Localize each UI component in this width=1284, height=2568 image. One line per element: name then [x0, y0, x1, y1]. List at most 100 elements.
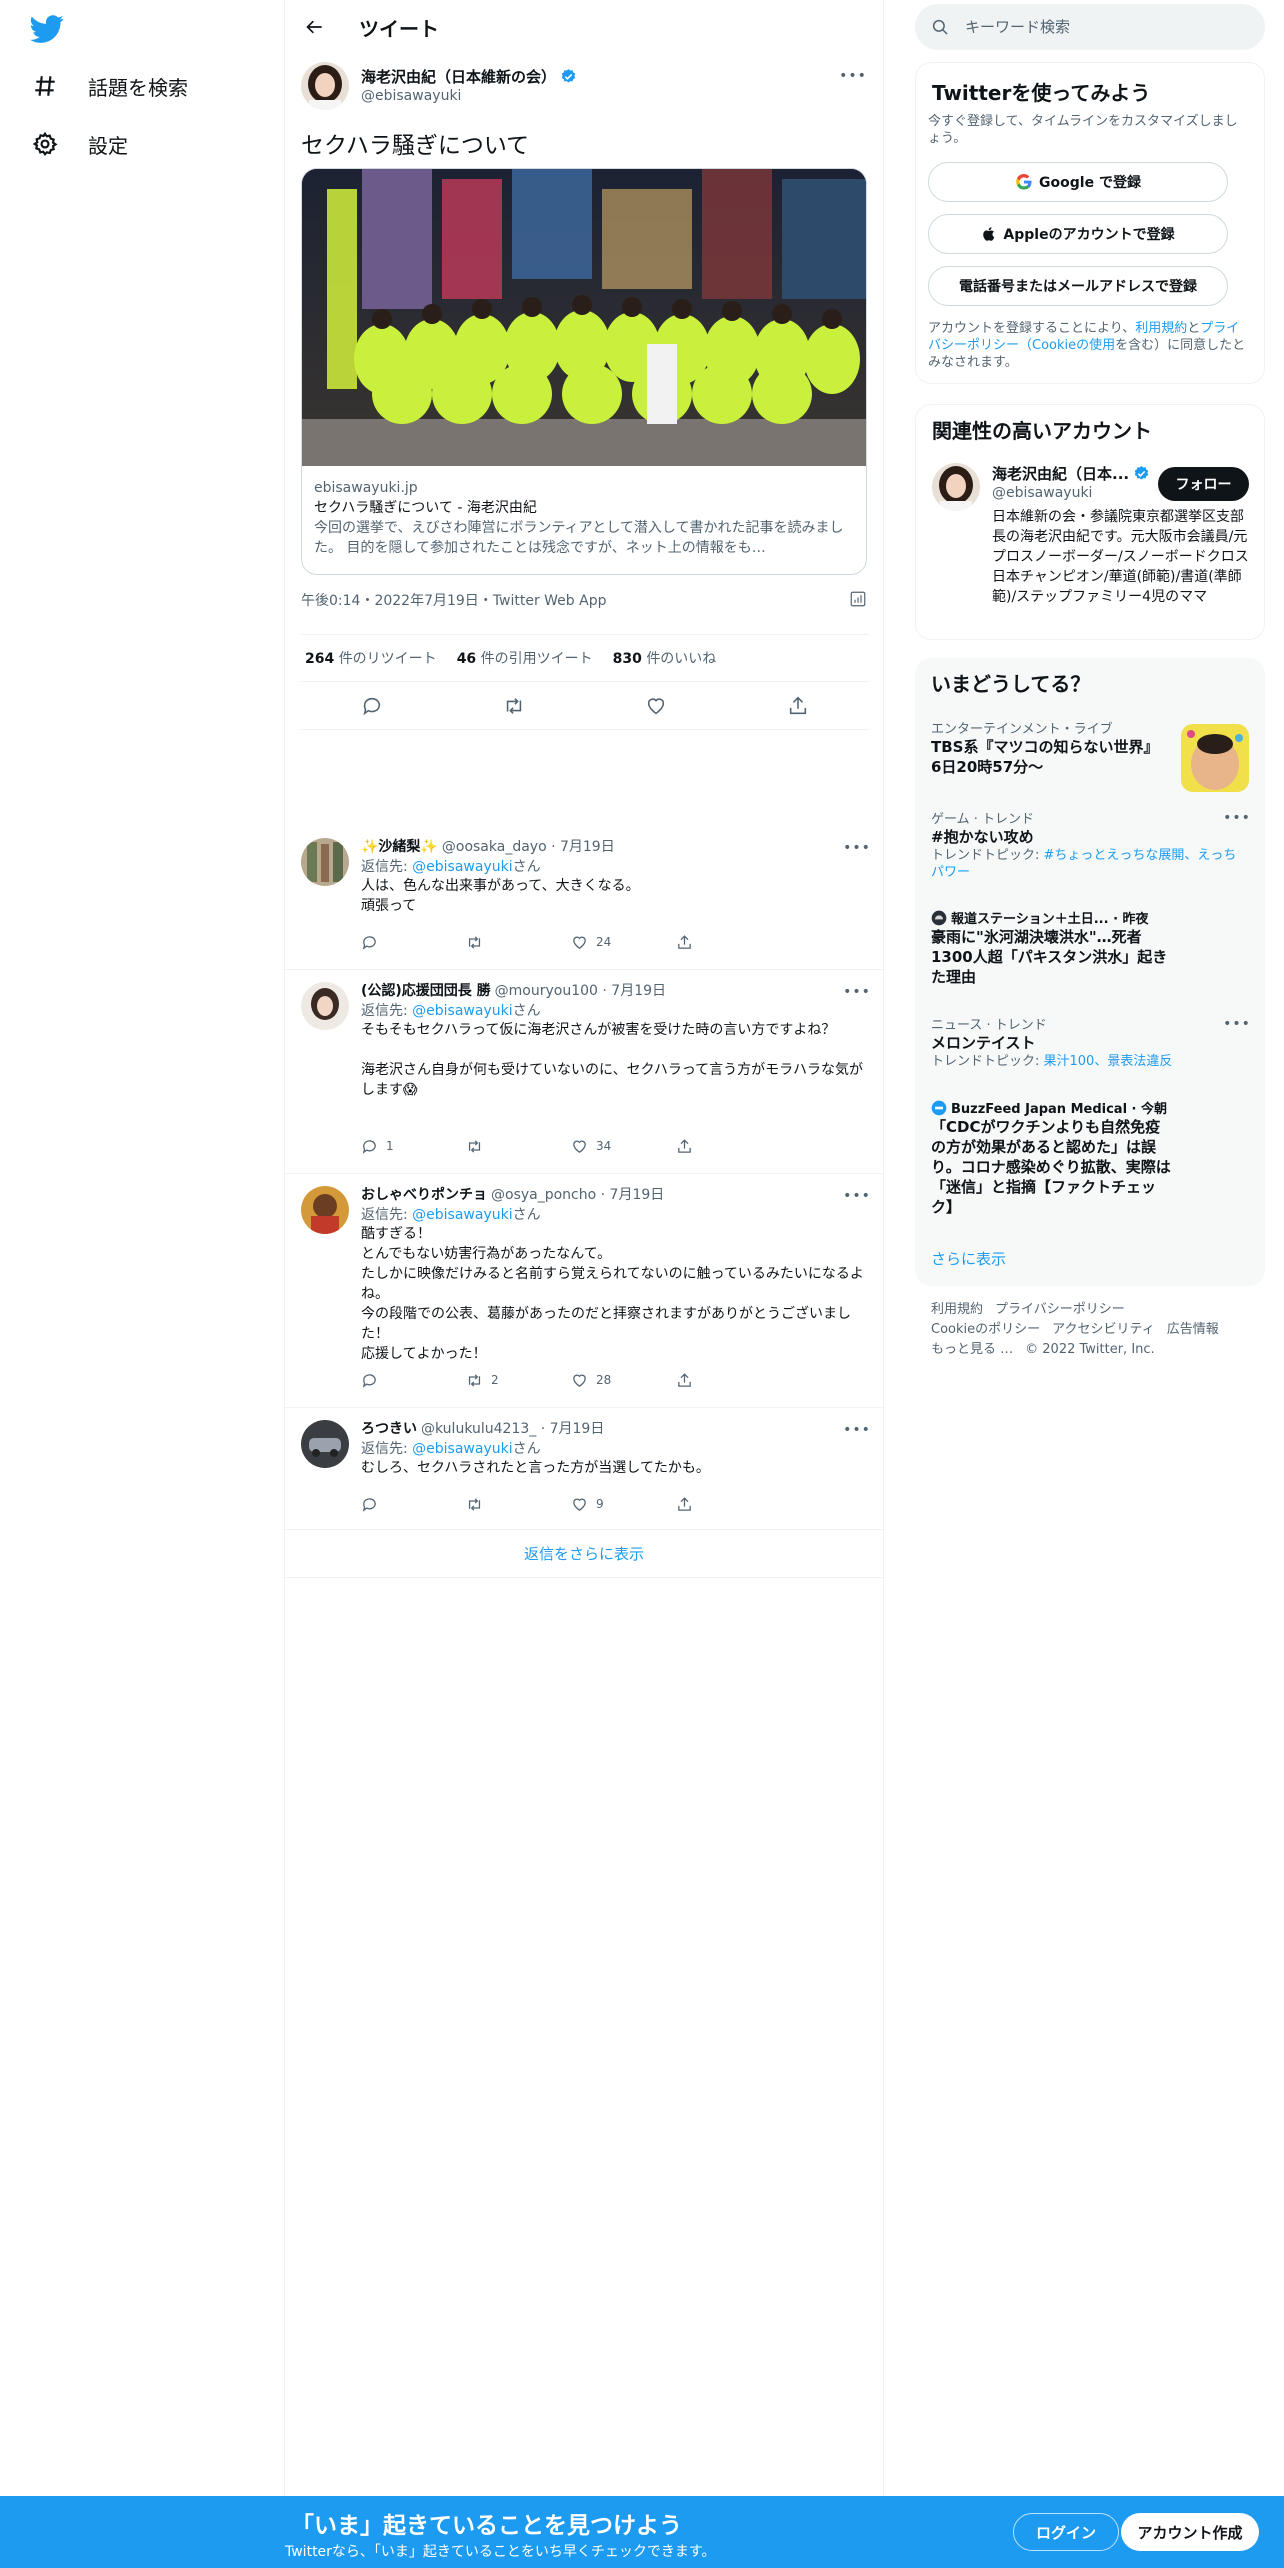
reply-share-button[interactable] [676, 1370, 781, 1390]
reply-button[interactable] [360, 694, 384, 718]
more-options-icon[interactable]: ••• [1223, 808, 1250, 828]
trend-title: 豪雨に"氷河湖決壊洪水"…死者1300人超「パキスタン洪水」起きた理由 [931, 928, 1168, 986]
reply-handle-date[interactable]: @oosaka_dayo · 7月19日 [442, 836, 615, 856]
reply-avatar[interactable] [301, 838, 349, 886]
search-bar[interactable] [915, 4, 1265, 50]
reply-item[interactable]: (公認)応援団団長 勝 @mouryou100 · 7月19日 ••• 返信先: … [285, 970, 883, 1174]
like-button[interactable] [644, 694, 668, 718]
search-input[interactable] [965, 18, 1245, 36]
reply-handle-date[interactable]: @osya_poncho · 7月19日 [491, 1184, 664, 1204]
reply-like-button[interactable]: 34 [571, 1136, 676, 1156]
related-avatar[interactable] [932, 463, 980, 511]
reply-avatar[interactable] [301, 982, 349, 1030]
signup-button[interactable]: アカウント作成 [1121, 2513, 1259, 2551]
terms-prefix: アカウントを登録することにより、 [928, 321, 1136, 336]
retweet-button[interactable] [502, 694, 526, 718]
share-button[interactable] [786, 694, 810, 718]
reply-actions: 9 [361, 1494, 781, 1514]
reply-to: 返信先: @ebisawayukiさん [361, 1204, 541, 1224]
trend-sub-prefix: トレンドトピック: [931, 1054, 1044, 1069]
reply-author-name[interactable]: ✨沙緒梨✨ [361, 836, 438, 856]
terms-link[interactable]: 利用規約 [1135, 321, 1187, 336]
signup-subtitle: 今すぐ登録して、タイムラインをカスタマイズしましょう。 [928, 114, 1238, 146]
reply-item[interactable]: ろつきい @kulukulu4213_ · 7月19日 ••• 返信先: @ebi… [285, 1408, 883, 1530]
retweet-count[interactable]: 264 件のリツイート [305, 648, 437, 668]
login-button[interactable]: ログイン [1013, 2513, 1119, 2551]
nav-settings[interactable]: 設定 [32, 124, 128, 164]
search-icon [932, 19, 948, 35]
footer-cookie[interactable]: Cookieのポリシー [931, 1322, 1040, 1337]
reply-to-link[interactable]: @ebisawayuki [412, 1207, 512, 1223]
footer-ads[interactable]: 広告情報 [1167, 1322, 1219, 1337]
reply-to: 返信先: @ebisawayukiさん [361, 856, 541, 876]
reply-like-button[interactable]: 24 [571, 932, 676, 952]
trends-show-more[interactable]: さらに表示 [931, 1248, 1006, 1269]
more-options-icon[interactable]: ••• [843, 1420, 870, 1440]
back-button[interactable] [301, 13, 329, 41]
retweet-count-value: 264 [305, 651, 335, 667]
reply-share-button[interactable] [676, 1136, 781, 1156]
reply-reply-button[interactable]: 1 [361, 1136, 466, 1156]
trends-title: いまどうしてる？ [931, 672, 1091, 696]
related-name[interactable]: 海老沢由紀（日本... [992, 463, 1150, 484]
more-options-icon[interactable]: ••• [843, 1186, 870, 1206]
footer-privacy[interactable]: プライバシーポリシー [995, 1302, 1125, 1317]
reply-retweet-button[interactable]: 2 [466, 1370, 571, 1390]
trend-item[interactable]: ゲーム · トレンド #抱かない攻め トレンドトピック: #ちょっとえっちな展開… [931, 808, 1250, 881]
trend-sub-link[interactable]: 果汁100、景表法違反 [1044, 1054, 1173, 1069]
reply-handle-date[interactable]: @kulukulu4213_ · 7月19日 [421, 1418, 604, 1438]
apple-signup-button[interactable]: Appleのアカウントで登録 [928, 214, 1228, 254]
more-options-icon[interactable]: ••• [843, 982, 870, 1002]
reply-avatar[interactable] [301, 1186, 349, 1234]
reply-handle-date[interactable]: @mouryou100 · 7月19日 [495, 980, 666, 1000]
twitter-logo-icon[interactable] [30, 12, 64, 46]
author-name[interactable]: 海老沢由紀（日本維新の会） [361, 66, 577, 87]
reply-like-button[interactable]: 28 [571, 1370, 676, 1390]
reply-like-button[interactable]: 9 [571, 1494, 676, 1514]
more-options-icon[interactable]: ••• [843, 838, 870, 858]
footer-accessibility[interactable]: アクセシビリティ [1052, 1322, 1155, 1337]
reply-to-link[interactable]: @ebisawayuki [412, 1441, 512, 1457]
reply-retweet-button[interactable] [466, 932, 571, 952]
reply-item[interactable]: おしゃべりポンチョ @osya_poncho · 7月19日 ••• 返信先: @… [285, 1174, 883, 1408]
nav-explore[interactable]: 話題を検索 [32, 66, 188, 106]
like-count[interactable]: 830 件のいいね [613, 648, 717, 668]
footer-terms[interactable]: 利用規約 [931, 1302, 983, 1317]
reply-reply-button[interactable] [361, 1370, 466, 1390]
reply-to: 返信先: @ebisawayukiさん [361, 1000, 541, 1020]
reply-retweet-button[interactable] [466, 1136, 571, 1156]
link-card[interactable]: ebisawayuki.jp セクハラ騒ぎについて - 海老沢由紀 今回の選挙で… [301, 168, 867, 575]
trend-item[interactable]: BuzzFeed Japan Medical · 今朝 「CDCがワクチンよりも… [931, 1098, 1249, 1217]
trend-item[interactable]: 報道ステーション＋土日... · 昨夜 豪雨に"氷河湖決壊洪水"…死者1300人… [931, 908, 1249, 987]
reply-like-count: 34 [596, 1139, 612, 1153]
google-signup-button[interactable]: Google で登録 [928, 162, 1228, 202]
phone-email-signup-button[interactable]: 電話番号またはメールアドレスで登録 [928, 266, 1228, 306]
reply-author-name[interactable]: おしゃべりポンチョ [361, 1184, 487, 1204]
show-more-replies-button[interactable]: 返信をさらに表示 [285, 1530, 883, 1578]
analytics-icon[interactable] [849, 590, 867, 608]
related-handle[interactable]: @ebisawayuki [992, 485, 1092, 501]
author-avatar[interactable] [301, 62, 349, 110]
reply-avatar[interactable] [301, 1420, 349, 1468]
more-options-icon[interactable]: ••• [839, 66, 866, 86]
author-handle[interactable]: @ebisawayuki [361, 88, 461, 104]
footer-more[interactable]: もっと見る … [931, 1342, 1013, 1357]
reply-to-link[interactable]: @ebisawayuki [412, 859, 512, 875]
left-nav: 話題を検索 設定 [0, 0, 284, 2568]
reply-retweet-button[interactable] [466, 1494, 571, 1514]
more-options-icon[interactable]: ••• [1223, 1014, 1250, 1034]
reply-author-name[interactable]: ろつきい [361, 1418, 417, 1438]
tweet-timestamp[interactable]: 午後0:14・2022年7月19日・Twitter Web App [301, 590, 606, 610]
reply-share-button[interactable] [676, 1494, 781, 1514]
reply-author-name[interactable]: (公認)応援団団長 勝 [361, 980, 491, 1000]
reply-to-link[interactable]: @ebisawayuki [412, 1003, 512, 1019]
author-name-text: 海老沢由紀（日本維新の会） [361, 68, 557, 86]
follow-button[interactable]: フォロー [1158, 467, 1249, 501]
quote-count[interactable]: 46 件の引用ツイート [457, 648, 593, 668]
reply-reply-button[interactable] [361, 932, 466, 952]
trend-item[interactable]: ニュース · トレンド メロンテイスト トレンドトピック: 果汁100、景表法違… [931, 1014, 1250, 1070]
reply-share-button[interactable] [676, 932, 781, 952]
trend-item[interactable]: エンターテインメント・ライブ TBS系『マツコの知らない世界』6日20時57分〜 [931, 718, 1249, 792]
reply-reply-button[interactable] [361, 1494, 466, 1514]
reply-item[interactable]: ✨沙緒梨✨ @oosaka_dayo · 7月19日 ••• 返信先: @ebis… [285, 826, 883, 970]
